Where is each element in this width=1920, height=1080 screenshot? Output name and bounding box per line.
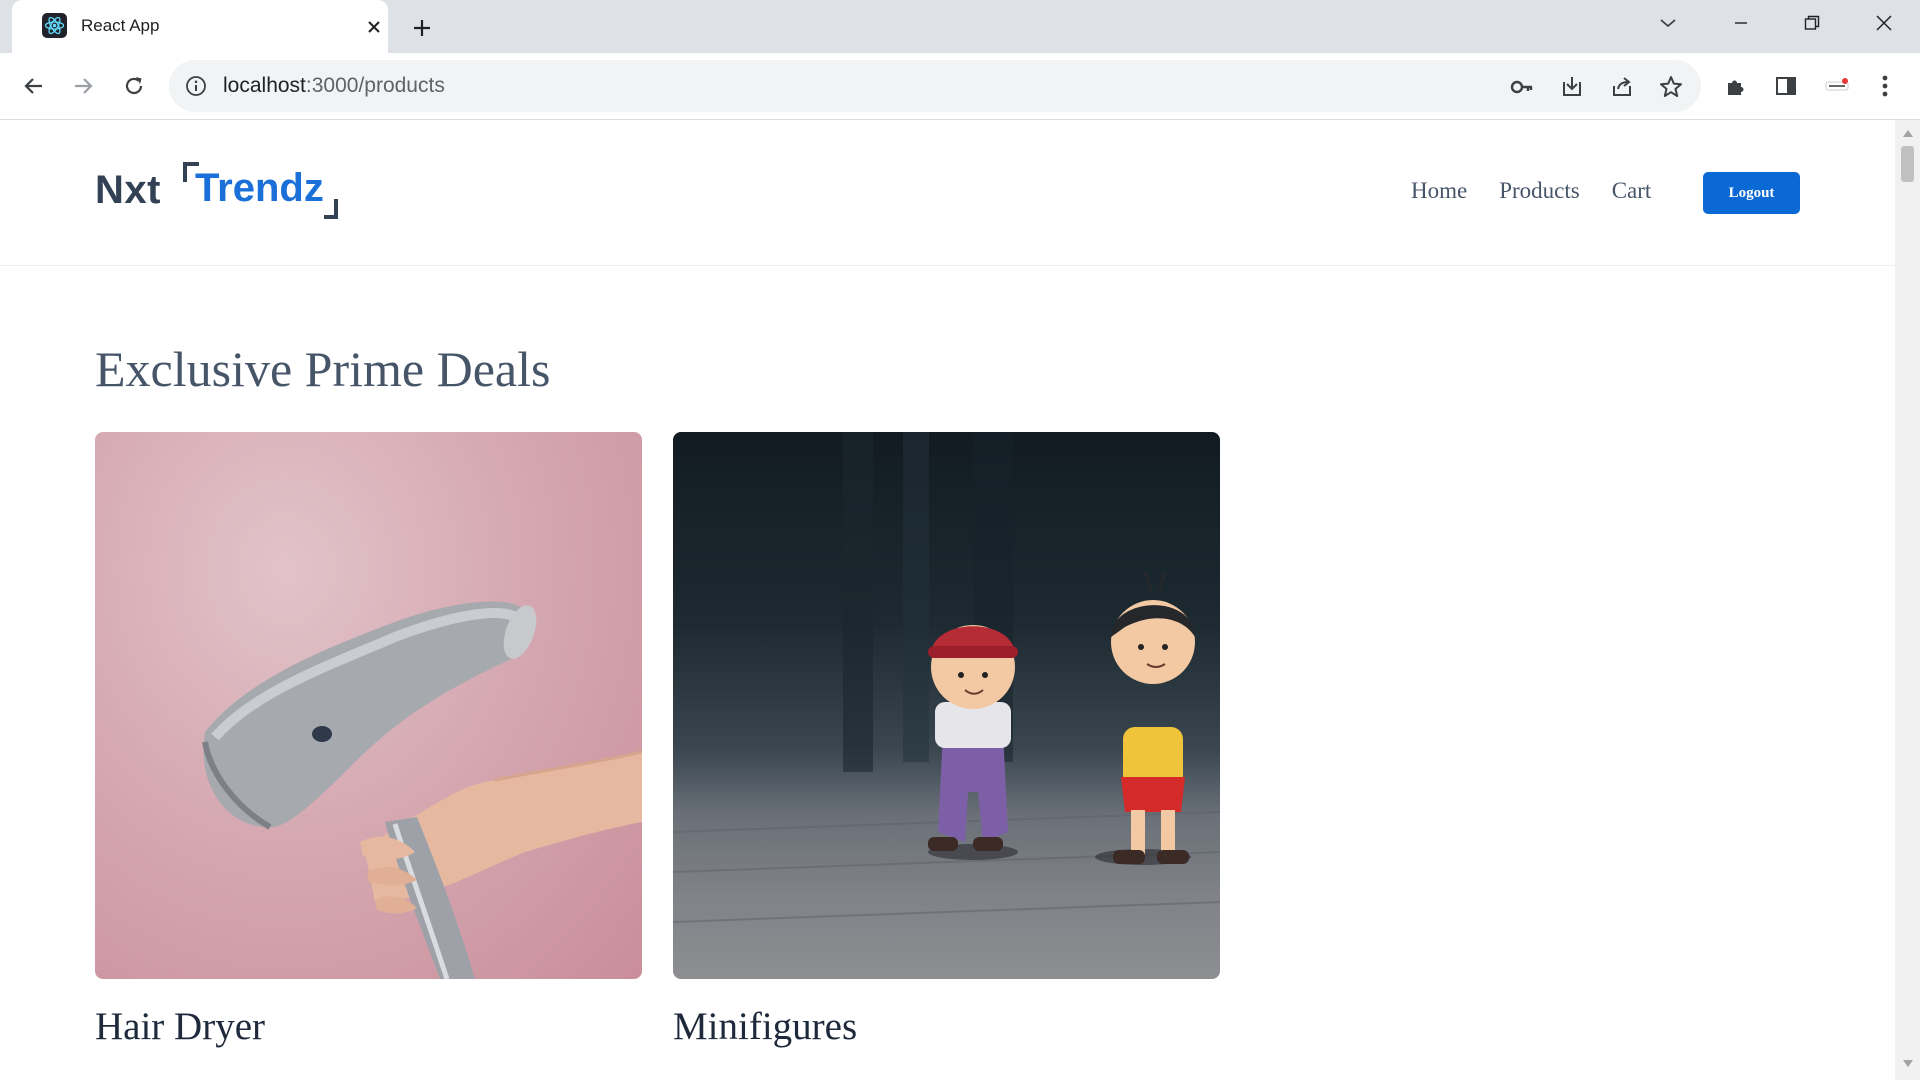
site-navbar: Nxt Trendz Home Products Cart Logout — [0, 120, 1895, 266]
reload-icon[interactable] — [115, 67, 153, 105]
hair-dryer-image[interactable] — [95, 432, 642, 979]
password-key-icon[interactable] — [1507, 72, 1537, 102]
address-bar[interactable]: localhost:3000/products — [169, 60, 1701, 112]
product-name[interactable]: Hair Dryer — [95, 1004, 265, 1049]
tab-search-chevron-icon[interactable] — [1648, 8, 1688, 38]
more-menu-icon[interactable] — [1866, 67, 1904, 105]
close-window-icon[interactable] — [1864, 8, 1904, 38]
logo-corner-bottom-right — [323, 198, 338, 219]
bookmark-star-icon[interactable] — [1656, 72, 1686, 102]
install-app-icon[interactable] — [1557, 72, 1587, 102]
react-favicon-icon — [42, 13, 67, 38]
scroll-down-arrow-icon[interactable] — [1903, 1060, 1913, 1067]
prime-deals-heading: Exclusive Prime Deals — [95, 341, 551, 397]
nav-link-cart[interactable]: Cart — [1612, 178, 1652, 204]
url-text[interactable]: localhost:3000/products — [223, 74, 445, 98]
browser-tab-strip: React App — [0, 0, 1920, 53]
tab-close-icon[interactable] — [360, 13, 388, 41]
product-name[interactable]: Minifigures — [673, 1004, 857, 1049]
product-card-hair-dryer[interactable]: Hair Dryer — [95, 432, 642, 1048]
nav-link-home[interactable]: Home — [1411, 178, 1467, 204]
restore-icon[interactable] — [1792, 8, 1832, 38]
forward-arrow-icon[interactable] — [64, 67, 102, 105]
page-scrollbar[interactable] — [1895, 120, 1920, 1080]
page-viewport: Nxt Trendz Home Products Cart Logout Exc… — [0, 120, 1895, 1080]
scroll-up-arrow-icon[interactable] — [1903, 130, 1913, 137]
logo-trendz-text: Trendz — [194, 165, 324, 210]
new-tab-icon[interactable] — [405, 11, 439, 45]
product-card-minifigures[interactable]: Minifigures — [673, 432, 1220, 1048]
url-path: :3000/products — [305, 74, 445, 97]
minifigures-image[interactable] — [673, 432, 1220, 979]
logo-nxt-text: Nxt — [95, 167, 161, 212]
minimize-icon[interactable] — [1721, 8, 1761, 38]
browser-tab[interactable]: React App — [12, 0, 388, 53]
url-host: localhost — [223, 74, 306, 97]
logout-button[interactable]: Logout — [1703, 172, 1800, 214]
scrollbar-thumb[interactable] — [1901, 146, 1914, 182]
share-icon[interactable] — [1607, 72, 1637, 102]
side-panel-icon[interactable] — [1767, 67, 1805, 105]
nav-links: Home Products Cart — [1411, 178, 1683, 204]
tab-title: React App — [81, 16, 160, 35]
back-arrow-icon[interactable] — [15, 67, 53, 105]
nxt-trendz-logo[interactable]: Nxt Trendz — [95, 158, 338, 222]
site-info-icon[interactable] — [183, 73, 209, 99]
nav-link-products[interactable]: Products — [1499, 178, 1580, 204]
logo-corner-top-left — [182, 161, 199, 182]
extensions-puzzle-icon[interactable] — [1717, 67, 1755, 105]
browser-toolbar: localhost:3000/products — [0, 53, 1920, 120]
logo-trendz-frame: Trendz — [182, 161, 338, 219]
profile-avatar-icon[interactable] — [1818, 67, 1856, 105]
